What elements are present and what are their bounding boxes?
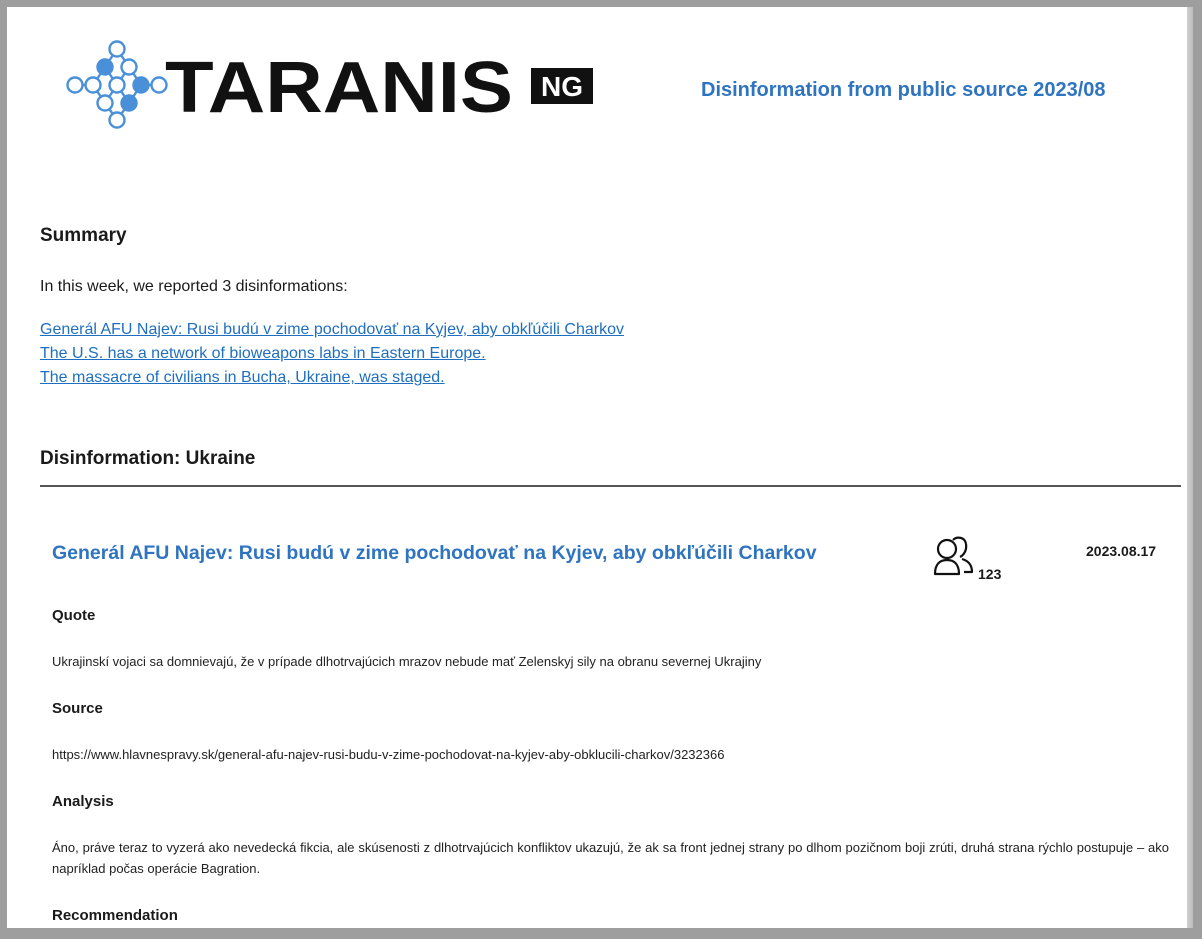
people-icon bbox=[933, 536, 974, 576]
taranis-logo: TARANIS NG bbox=[66, 40, 593, 129]
summary-link-bioweapons[interactable]: The U.S. has a network of bioweapons lab… bbox=[40, 342, 624, 366]
report-title: Disinformation from public source 2023/0… bbox=[701, 79, 1106, 101]
section-divider bbox=[40, 485, 1181, 487]
summary-link-najev[interactable]: Generál AFU Najev: Rusi budú v zime poch… bbox=[40, 318, 624, 342]
item-title: Generál AFU Najev: Rusi budú v zime poch… bbox=[52, 542, 817, 564]
people-count: 123 bbox=[978, 566, 1002, 582]
analysis-heading: Analysis bbox=[52, 793, 114, 810]
analysis-text: Áno, práve teraz to vyzerá ako nevedecká… bbox=[52, 840, 1169, 876]
recommendation-heading: Recommendation bbox=[52, 907, 178, 924]
network-icon bbox=[66, 40, 168, 129]
summary-heading: Summary bbox=[40, 225, 127, 246]
item-date: 2023.08.17 bbox=[1086, 543, 1157, 559]
source-text: https://www.hlavnespravy.sk/general-afu-… bbox=[52, 747, 725, 762]
quote-text: Ukrajinskí vojaci sa domnievajú, že v pr… bbox=[52, 654, 762, 669]
section-heading: Disinformation: Ukraine bbox=[40, 448, 256, 469]
logo-badge-text: NG bbox=[541, 71, 583, 102]
document-page: TARANIS NG Disinformation from public so… bbox=[0, 0, 1202, 939]
summary-link-bucha[interactable]: The massacre of civilians in Bucha, Ukra… bbox=[40, 366, 624, 390]
logo-wordmark: TARANIS bbox=[165, 48, 513, 128]
source-heading: Source bbox=[52, 700, 103, 717]
quote-heading: Quote bbox=[52, 607, 96, 624]
summary-link-list: Generál AFU Najev: Rusi budú v zime poch… bbox=[40, 318, 624, 390]
summary-text: In this week, we reported 3 disinformati… bbox=[40, 278, 348, 295]
